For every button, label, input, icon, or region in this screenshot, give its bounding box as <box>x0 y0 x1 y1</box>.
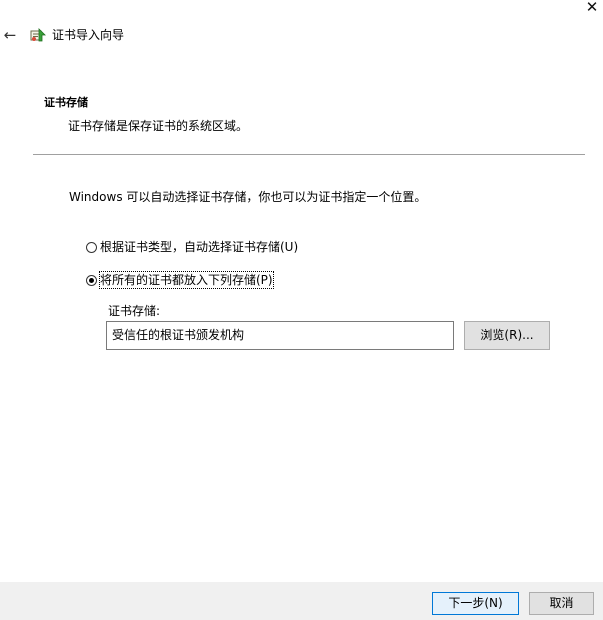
browse-button[interactable]: 浏览(R)... <box>464 321 550 350</box>
place-all-in-store-label: 将所有的证书都放入下列存储(P) <box>99 271 274 289</box>
certificate-store-value: 受信任的根证书颁发机构 <box>112 328 245 342</box>
certificate-store-label: 证书存储: <box>108 304 161 318</box>
back-arrow-icon[interactable]: ← <box>1 25 19 45</box>
certificate-store-field[interactable]: 受信任的根证书颁发机构 <box>106 321 454 350</box>
close-icon[interactable]: ✕ <box>581 0 603 17</box>
radio-button-checked[interactable] <box>86 274 97 286</box>
place-all-in-store-option[interactable]: 将所有的证书都放入下列存储(P) <box>86 271 274 289</box>
cancel-button[interactable]: 取消 <box>529 592 594 615</box>
next-button[interactable]: 下一步(N) <box>432 592 519 615</box>
section-heading: 证书存储 <box>44 96 88 109</box>
header-divider <box>33 154 585 155</box>
certificate-wizard-icon <box>30 28 46 42</box>
radio-button-unchecked[interactable] <box>86 241 97 253</box>
intro-text: Windows 可以自动选择证书存储，你也可以为证书指定一个位置。 <box>69 190 427 204</box>
auto-select-store-option[interactable]: 根据证书类型，自动选择证书存储(U) <box>86 238 298 256</box>
window-title: 证书导入向导 <box>52 28 125 42</box>
section-description: 证书存储是保存证书的系统区域。 <box>68 119 249 133</box>
auto-select-store-label: 根据证书类型，自动选择证书存储(U) <box>100 240 299 254</box>
